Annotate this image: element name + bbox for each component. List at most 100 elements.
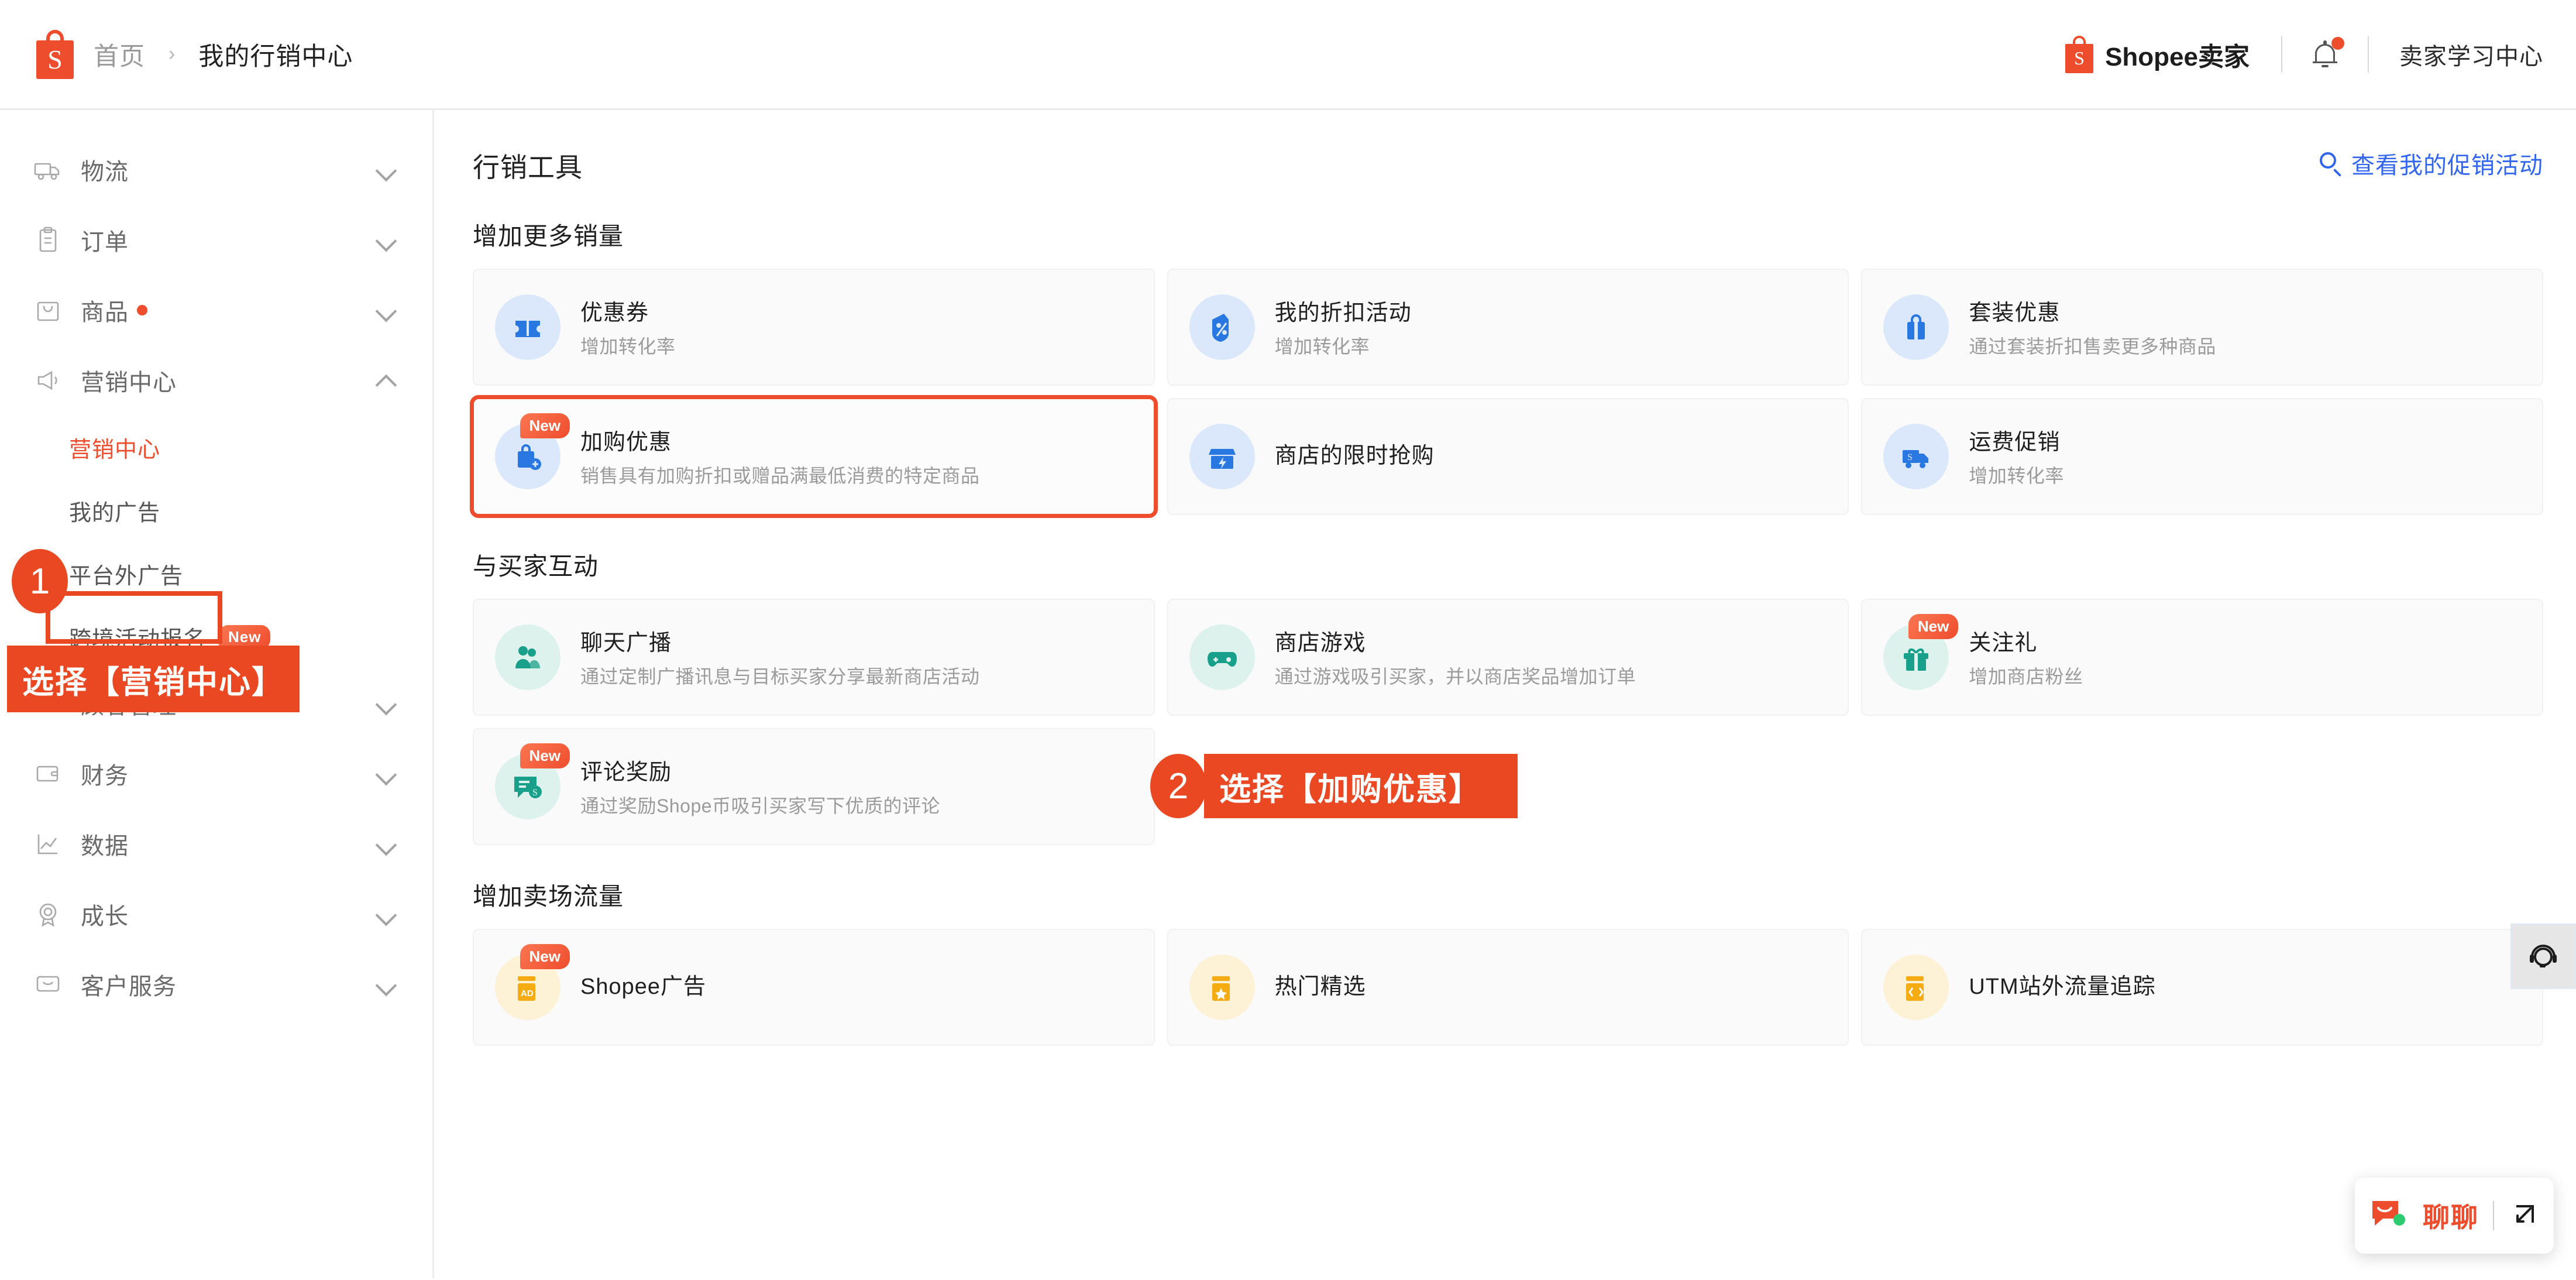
card-chat-broadcast[interactable]: 聊天广播 通过定制广播讯息与目标买家分享最新商店活动 xyxy=(473,599,1155,716)
support-float-button[interactable] xyxy=(2510,924,2576,989)
sidebar-label: 物流 xyxy=(81,159,129,185)
chat-widget-divider xyxy=(2493,1201,2494,1230)
search-icon xyxy=(2320,152,2342,177)
sidebar-label: 订单 xyxy=(81,229,129,255)
people-icon xyxy=(495,624,560,690)
card-grid-boost-sales: 优惠券 增加转化率 我的折扣活动 增加转化率 套装优惠 通过套装折扣售卖更多种商… xyxy=(470,269,2543,518)
page-body: 物流 订单 商品 营销中心 营销中心 我的广告 平台外广告 跨境活动报名 New… xyxy=(0,110,2576,1278)
chat-bubble-icon xyxy=(2370,1197,2409,1234)
card-shopee-ads[interactable]: AD New Shopee广告 xyxy=(473,929,1155,1046)
section-title-engage-buyers: 与买家互动 xyxy=(473,553,599,580)
chat-label: 聊聊 xyxy=(2423,1202,2479,1233)
svg-text:AD: AD xyxy=(521,989,534,998)
card-bundle-deal[interactable]: 套装优惠 通过套装折扣售卖更多种商品 xyxy=(1861,269,2543,386)
card-title: UTM站外流量追踪 xyxy=(1969,974,2156,999)
sidebar-label: 成长 xyxy=(81,904,129,929)
sidebar-subitem-my-ads[interactable]: 我的广告 xyxy=(69,479,432,542)
sidebar-item-marketing-center[interactable]: 营销中心 xyxy=(0,345,432,416)
sidebar-item-orders[interactable]: 订单 xyxy=(0,205,432,275)
card-desc: 增加转化率 xyxy=(1274,335,1370,357)
star-icon xyxy=(1189,955,1255,1020)
card-title: 评论奖励 xyxy=(580,760,672,785)
subitem-label: 我的广告 xyxy=(69,500,161,526)
chevron-down-icon xyxy=(376,230,396,250)
gamepad-icon xyxy=(1189,624,1255,690)
ad-icon: AD New xyxy=(495,944,570,1020)
chat-icon xyxy=(33,969,63,1000)
chevron-up-icon xyxy=(376,370,396,390)
megaphone-icon xyxy=(33,365,63,396)
card-desc: 通过奖励Shope币吸引买家写下优质的评论 xyxy=(580,795,941,816)
section-title-boost-traffic: 增加卖场流量 xyxy=(473,883,624,910)
card-coupon[interactable]: 优惠券 增加转化率 xyxy=(473,269,1155,386)
bag-icon xyxy=(33,295,63,325)
chevron-down-icon xyxy=(376,834,396,854)
sidebar-label: 财务 xyxy=(81,763,129,789)
card-title: Shopee广告 xyxy=(580,974,707,999)
annotation-step-2-number: 2 xyxy=(1150,754,1206,818)
card-title: 聊天广播 xyxy=(580,630,672,656)
chevron-down-icon xyxy=(376,694,396,713)
main-header-row: 行销工具 查看我的促销活动 xyxy=(473,146,2543,185)
header-right-cluster: S Shopee卖家 卖家学习中心 xyxy=(2065,35,2543,73)
shop-flash-icon xyxy=(1189,424,1255,489)
sidebar-subitem-marketing-center[interactable]: 营销中心 xyxy=(69,416,432,479)
coupon-icon xyxy=(495,294,560,360)
shopee-bag-icon: S xyxy=(2065,35,2094,73)
breadcrumb: S 首页 › 我的行销中心 xyxy=(36,29,353,79)
view-my-promotions-label: 查看我的促销活动 xyxy=(2351,153,2543,179)
seller-learning-center-link[interactable]: 卖家学习中心 xyxy=(2369,37,2543,71)
shopee-bag-letter: S xyxy=(2074,47,2085,68)
card-top-picks[interactable]: 热门精选 xyxy=(1167,929,1849,1046)
notifications-button[interactable] xyxy=(2282,36,2368,68)
sidebar-item-products[interactable]: 商品 xyxy=(0,275,432,345)
chevron-down-icon xyxy=(376,160,396,180)
card-title: 热门精选 xyxy=(1274,974,1366,999)
new-badge: New xyxy=(1908,614,1959,639)
card-review-reward[interactable]: S New 评论奖励 通过奖励Shope币吸引买家写下优质的评论 xyxy=(473,728,1155,845)
main-sidebar: 物流 订单 商品 营销中心 营销中心 我的广告 平台外广告 跨境活动报名 New… xyxy=(0,110,434,1278)
card-title: 商店的限时抢购 xyxy=(1274,443,1435,468)
card-title: 套装优惠 xyxy=(1969,300,2061,325)
sidebar-label: 商品 xyxy=(81,300,129,325)
card-title: 加购优惠 xyxy=(580,430,672,455)
new-badge: New xyxy=(520,413,570,438)
chart-icon xyxy=(33,829,63,859)
shopee-logo-icon: S xyxy=(36,29,74,79)
card-desc: 通过套装折扣售卖更多种商品 xyxy=(1969,335,2216,357)
bundle-icon xyxy=(1883,294,1949,360)
card-desc: 通过游戏吸引买家，并以商店奖品增加订单 xyxy=(1274,665,1636,687)
breadcrumb-home[interactable]: 首页 xyxy=(94,36,145,73)
card-title: 优惠券 xyxy=(580,300,649,325)
card-grid-boost-traffic: AD New Shopee广告 热门精选 UTM站外流量追踪 xyxy=(473,929,2543,1046)
shopee-seller-label: Shopee卖家 xyxy=(2105,42,2250,71)
annotation-step-2-banner: 选择【加购优惠】 xyxy=(1204,754,1518,818)
card-add-on-deal[interactable]: New 加购优惠 销售具有加购折扣或赠品满最低消费的特定商品 xyxy=(470,395,1158,518)
annotation-step-1-outline xyxy=(46,591,222,644)
card-utm-tracking[interactable]: UTM站外流量追踪 xyxy=(1861,929,2543,1046)
chat-float-widget[interactable]: 聊聊 xyxy=(2355,1178,2554,1254)
card-my-discounts[interactable]: 我的折扣活动 增加转化率 xyxy=(1167,269,1849,386)
card-follow-gift[interactable]: New 关注礼 增加商店粉丝 xyxy=(1861,599,2543,716)
card-shipping-promo[interactable]: S 运费促销 增加转化率 xyxy=(1861,398,2543,515)
sidebar-item-growth[interactable]: 成长 xyxy=(0,879,432,949)
view-my-promotions-link[interactable]: 查看我的促销活动 xyxy=(2320,146,2543,180)
chevron-down-icon xyxy=(376,764,396,784)
card-desc: 增加转化率 xyxy=(580,335,676,357)
annotation-step-1-number: 1 xyxy=(12,549,68,613)
sidebar-item-finance[interactable]: 财务 xyxy=(0,739,432,809)
sidebar-item-data[interactable]: 数据 xyxy=(0,809,432,879)
sidebar-label: 客户服务 xyxy=(81,974,177,1000)
code-icon xyxy=(1883,955,1949,1020)
sidebar-item-customer-service[interactable]: 客户服务 xyxy=(0,949,432,1020)
card-shop-games[interactable]: 商店游戏 通过游戏吸引买家，并以商店奖品增加订单 xyxy=(1167,599,1849,716)
card-desc: 增加商店粉丝 xyxy=(1969,665,2083,687)
card-shop-flash-sale[interactable]: 商店的限时抢购 xyxy=(1167,398,1849,515)
products-alert-dot xyxy=(137,305,147,315)
sidebar-item-logistics[interactable]: 物流 xyxy=(0,135,432,205)
annotation-step-1-banner: 选择【营销中心】 xyxy=(7,646,300,712)
clipboard-icon xyxy=(33,225,63,255)
shopee-seller-logo[interactable]: S Shopee卖家 xyxy=(2065,35,2250,73)
top-header-bar: S 首页 › 我的行销中心 S Shopee卖家 卖家学习中心 xyxy=(0,0,2576,110)
expand-icon[interactable] xyxy=(2508,1200,2539,1231)
